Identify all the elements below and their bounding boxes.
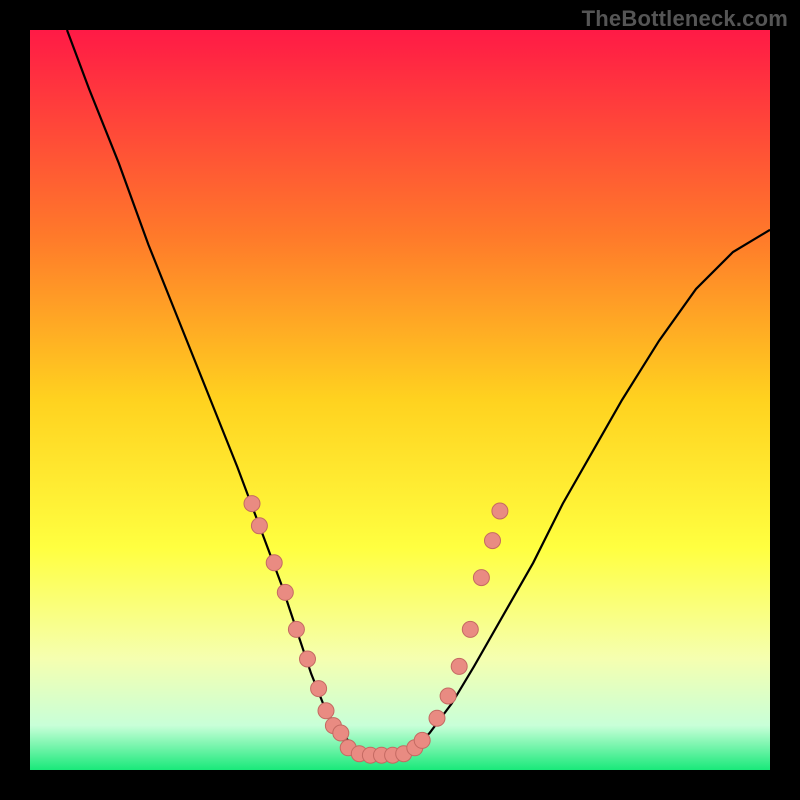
data-point — [429, 710, 445, 726]
data-point — [288, 621, 304, 637]
gradient-background — [30, 30, 770, 770]
watermark-text: TheBottleneck.com — [582, 6, 788, 32]
data-point — [251, 518, 267, 534]
data-point — [333, 725, 349, 741]
data-point — [300, 651, 316, 667]
data-point — [414, 732, 430, 748]
plot-area — [30, 30, 770, 770]
data-point — [473, 570, 489, 586]
data-point — [485, 533, 501, 549]
data-point — [277, 584, 293, 600]
chart-svg — [30, 30, 770, 770]
chart-stage: TheBottleneck.com — [0, 0, 800, 800]
data-point — [462, 621, 478, 637]
data-point — [266, 555, 282, 571]
data-point — [244, 496, 260, 512]
data-point — [311, 681, 327, 697]
data-point — [318, 703, 334, 719]
data-point — [451, 658, 467, 674]
data-point — [440, 688, 456, 704]
data-point — [492, 503, 508, 519]
